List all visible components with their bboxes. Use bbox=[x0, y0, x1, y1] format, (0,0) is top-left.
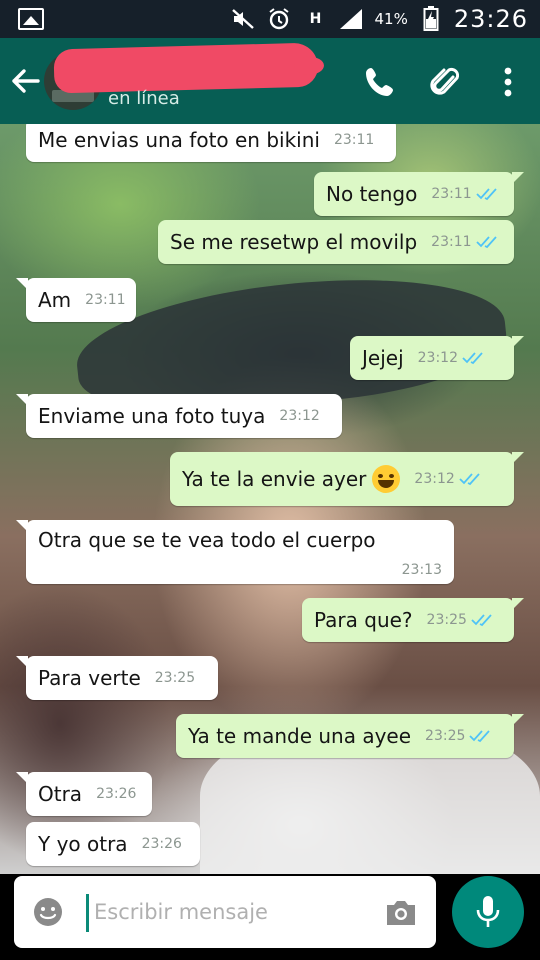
message-text: Para que? bbox=[314, 608, 413, 632]
composer bbox=[0, 874, 540, 960]
message-text: Ya te mande una ayee bbox=[188, 724, 412, 748]
message-incoming[interactable]: Otra que se te vea todo el cuerpo 23:13 bbox=[16, 520, 454, 584]
double-check-icon bbox=[469, 730, 491, 743]
message-input-box[interactable] bbox=[14, 876, 436, 948]
message-text: No tengo bbox=[326, 182, 418, 206]
status-icons: H 41% 23:26 bbox=[230, 0, 528, 38]
message-text: Y yo otra bbox=[38, 832, 128, 856]
message-outgoing[interactable]: Se me resetwp el movilp 23:11 bbox=[158, 220, 514, 264]
message-time: 23:11 bbox=[431, 234, 472, 250]
message-time: 23:26 bbox=[96, 786, 137, 802]
back-arrow-icon[interactable] bbox=[8, 64, 42, 98]
message-text: Me envias una foto en bikini bbox=[38, 128, 320, 152]
double-check-icon bbox=[462, 352, 483, 365]
battery-percent: 41% bbox=[374, 10, 408, 28]
message-incoming[interactable]: Enviame una foto tuya 23:12 bbox=[16, 394, 342, 438]
message-text: Otra que se te vea todo el cuerpo bbox=[38, 528, 376, 552]
message-time: 23:25 bbox=[154, 670, 196, 686]
message-text: Para verte bbox=[38, 666, 141, 690]
message-time: 23:11 bbox=[85, 292, 126, 308]
message-incoming[interactable]: Otra 23:26 bbox=[16, 772, 152, 816]
message-outgoing[interactable]: Para que? 23:25 bbox=[302, 598, 524, 642]
paperclip-icon[interactable] bbox=[426, 62, 466, 102]
message-text: Ya te la envie ayer bbox=[182, 467, 367, 491]
message-text: Se me resetwp el movilp bbox=[170, 230, 418, 254]
camera-icon[interactable] bbox=[384, 896, 418, 928]
voice-message-button[interactable] bbox=[452, 876, 524, 948]
overflow-menu-icon[interactable] bbox=[488, 62, 528, 102]
microphone-icon bbox=[476, 896, 500, 927]
message-outgoing[interactable]: Ya te mande una ayee 23:25 bbox=[176, 714, 524, 758]
message-incoming[interactable]: Y yo otra 23:26 bbox=[26, 822, 200, 866]
message-outgoing[interactable]: Jejej 23:12 bbox=[350, 336, 524, 380]
double-check-icon bbox=[459, 473, 480, 486]
phone-icon[interactable] bbox=[360, 62, 400, 102]
alarm-icon bbox=[266, 6, 292, 32]
message-time: 23:13 bbox=[401, 562, 442, 578]
contact-name-redaction[interactable] bbox=[53, 42, 319, 94]
message-time: 23:25 bbox=[425, 728, 466, 744]
message-incoming[interactable]: Para verte 23:25 bbox=[16, 656, 218, 700]
clock: 23:26 bbox=[453, 5, 528, 33]
double-check-icon bbox=[471, 614, 492, 627]
message-time: 23:11 bbox=[333, 132, 375, 148]
network-type-icon: H bbox=[309, 11, 322, 27]
message-text: Enviame una foto tuya bbox=[38, 404, 266, 428]
message-incoming[interactable]: Me envias una foto en bikini 23:11 bbox=[26, 124, 396, 162]
message-text: Otra bbox=[38, 782, 83, 806]
message-outgoing[interactable]: Ya te la envie ayer 23:12 bbox=[170, 452, 524, 506]
message-time: 23:25 bbox=[426, 612, 467, 628]
chat-area[interactable]: Me envias una foto en bikini 23:11 No te… bbox=[0, 124, 540, 874]
message-outgoing[interactable]: No tengo 23:11 bbox=[314, 172, 524, 216]
emoji-icon[interactable] bbox=[32, 896, 64, 928]
signal-icon bbox=[338, 6, 364, 32]
chat-header: en línea bbox=[0, 38, 540, 124]
message-text: Am bbox=[38, 288, 72, 312]
double-check-icon bbox=[475, 236, 497, 249]
message-time: 23:12 bbox=[414, 471, 455, 487]
message-time: 23:12 bbox=[417, 350, 458, 366]
double-check-icon bbox=[476, 188, 497, 201]
message-incoming[interactable]: Am 23:11 bbox=[16, 278, 136, 322]
gallery-notification-icon bbox=[18, 8, 44, 30]
status-bar: H 41% 23:26 bbox=[0, 0, 540, 38]
message-text: Jejej bbox=[362, 346, 404, 370]
message-time: 23:26 bbox=[141, 836, 182, 852]
text-caret bbox=[86, 894, 89, 932]
sweat-smile-emoji bbox=[372, 465, 401, 493]
message-time: 23:12 bbox=[279, 408, 320, 424]
battery-icon bbox=[418, 6, 444, 32]
mute-icon bbox=[230, 6, 256, 32]
message-time: 23:11 bbox=[431, 186, 472, 202]
message-input[interactable] bbox=[94, 892, 384, 932]
contact-status: en línea bbox=[108, 88, 180, 109]
